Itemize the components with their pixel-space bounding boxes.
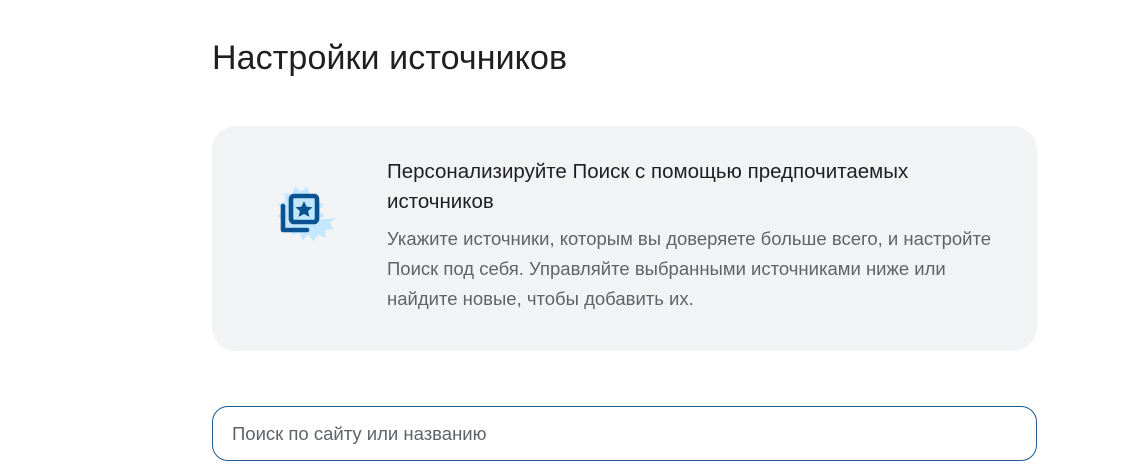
search-box[interactable] <box>212 406 1037 461</box>
card-text-block: Персонализируйте Поиск с помощью предпоч… <box>387 157 1017 314</box>
starred-sources-icon <box>250 166 350 266</box>
search-input[interactable] <box>232 422 1012 445</box>
personalize-info-card: Персонализируйте Поиск с помощью предпоч… <box>212 126 1037 351</box>
page-title: Настройки источников <box>212 39 568 77</box>
card-heading: Персонализируйте Поиск с помощью предпоч… <box>387 160 909 213</box>
card-description: Укажите источники, которым вы доверяете … <box>387 228 992 309</box>
